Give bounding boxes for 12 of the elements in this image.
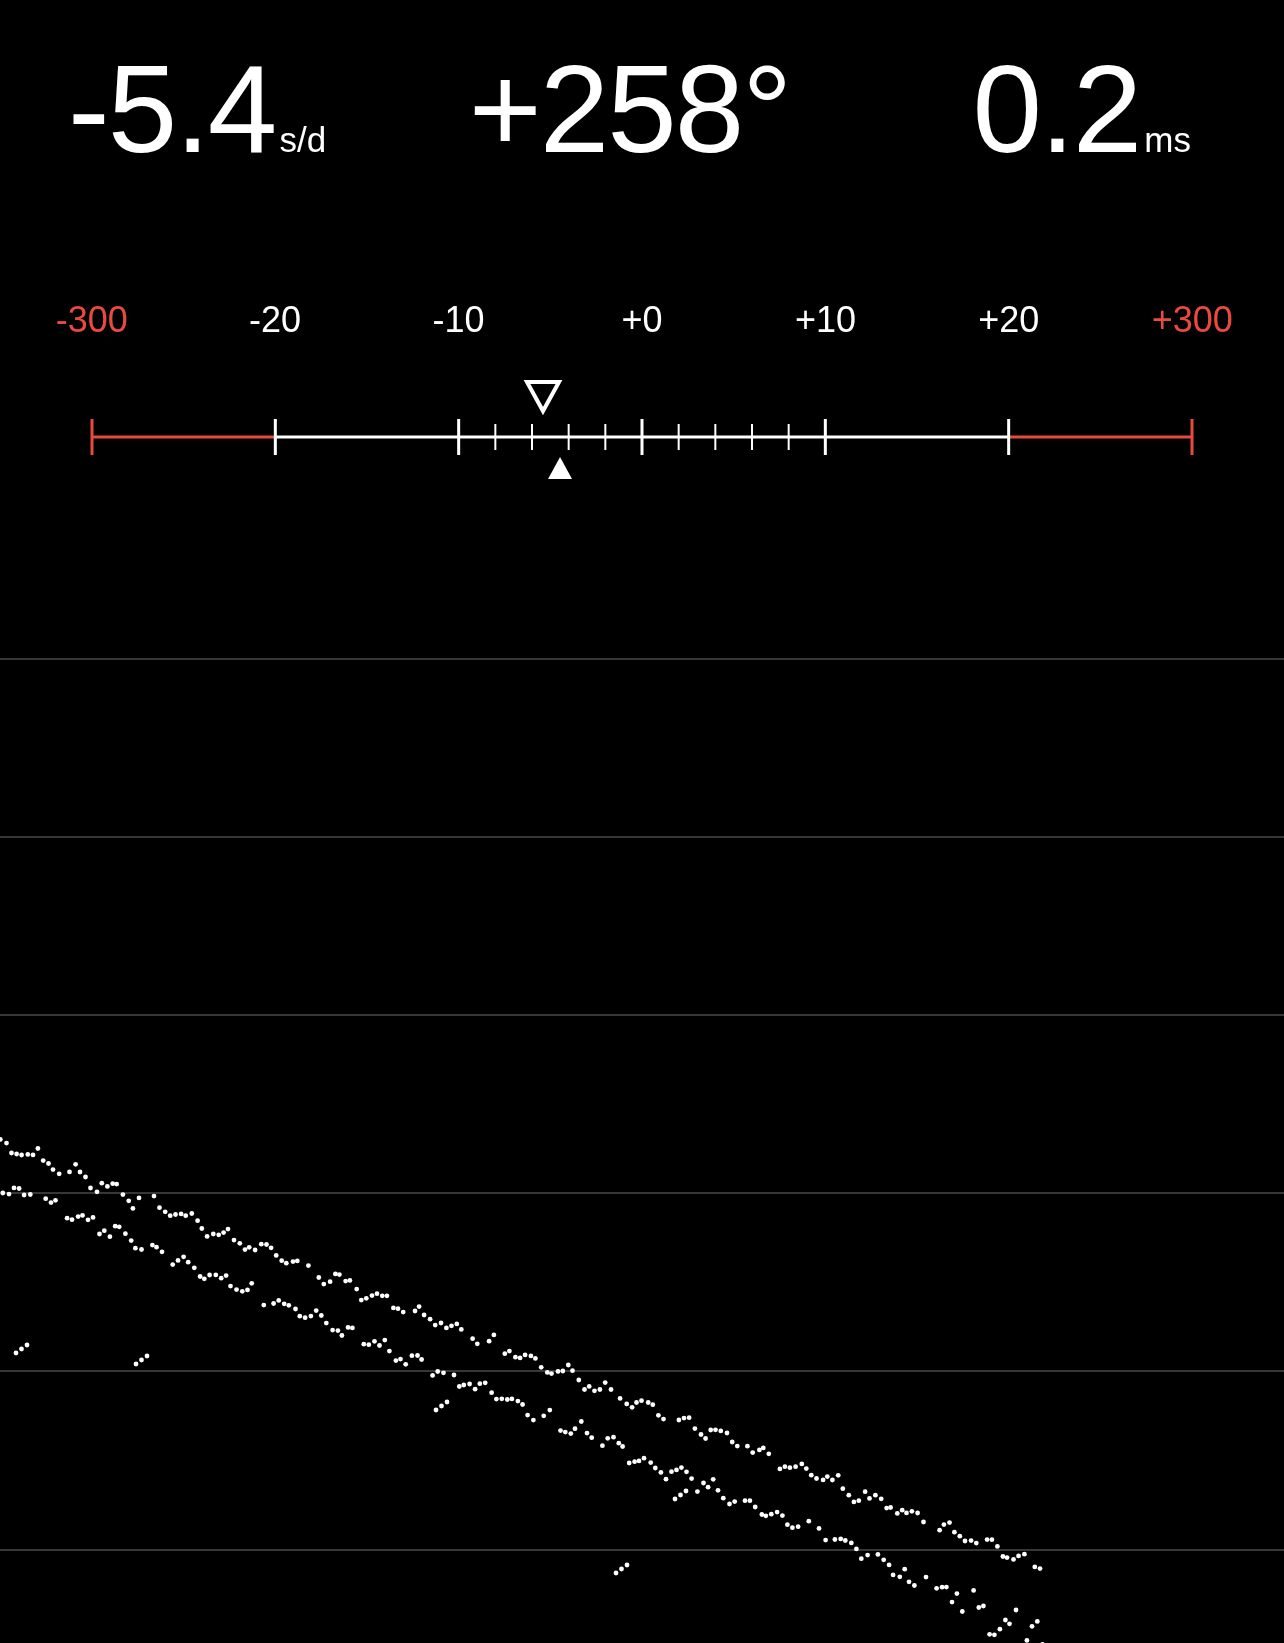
reading-value: 0.2	[972, 46, 1141, 171]
scale-label: +0	[621, 302, 663, 338]
scale-label: -20	[249, 302, 302, 338]
reading-unit: s/d	[279, 122, 327, 157]
scale-label: +300	[1151, 302, 1233, 338]
reading-value: -5.4	[68, 46, 276, 171]
scale-label: -10	[432, 302, 485, 338]
scale-label: +10	[794, 302, 856, 338]
scale-label: +20	[978, 302, 1040, 338]
reading-unit: ms	[1144, 122, 1191, 157]
scale-label: -300	[55, 302, 128, 338]
reading-value: +258°	[468, 46, 791, 171]
